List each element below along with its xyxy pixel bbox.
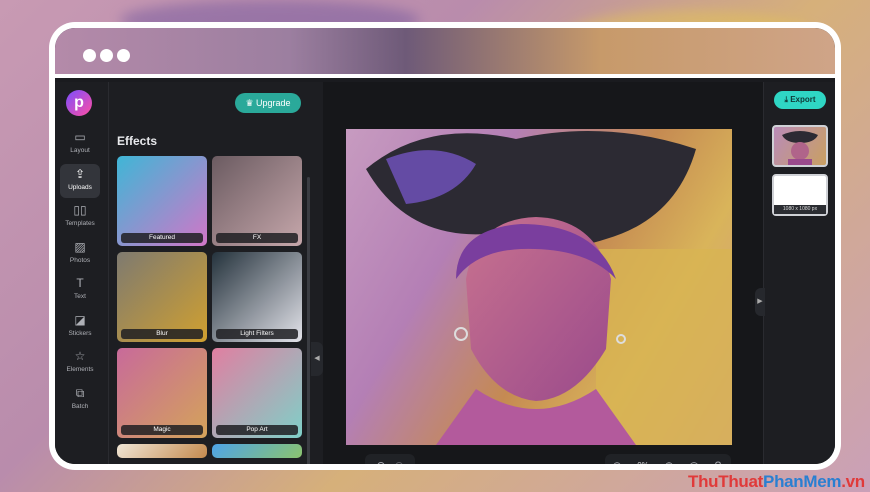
editor: p ▭ Layout ⇪ Uploads ▯▯ Templates ▨ Photos T Text… xyxy=(55,82,835,464)
zoom-in-icon[interactable]: ⊕ xyxy=(659,454,679,464)
upgrade-label: Upgrade xyxy=(256,98,291,108)
redo-icon[interactable]: ↷ xyxy=(391,454,409,464)
rail-item-stickers[interactable]: ◪ Stickers xyxy=(60,310,100,344)
effect-tile-light-filters[interactable]: Light Filters xyxy=(212,252,302,342)
window-dot-2[interactable] xyxy=(100,49,113,62)
undo-icon[interactable]: ↶ xyxy=(371,454,389,464)
canvas-photo[interactable] xyxy=(346,129,732,445)
view-controls: ⊖ 0% ⊕ ◉ ? xyxy=(605,454,731,464)
watermark-part-2: PhanMem xyxy=(763,472,842,491)
text-icon: T xyxy=(76,276,84,290)
rail-item-uploads[interactable]: ⇪ Uploads xyxy=(60,163,100,198)
page-thumbnail-2[interactable]: 1080 x 1080 px xyxy=(772,174,828,216)
preview-eye-icon[interactable]: ◉ xyxy=(683,454,705,464)
rail-item-label: Elements xyxy=(66,366,94,373)
rail-item-photos[interactable]: ▨ Photos xyxy=(60,237,100,271)
effect-tile-fx[interactable]: FX xyxy=(212,156,302,246)
page-size-label: 1080 x 1080 px xyxy=(774,205,826,214)
rail-item-layout[interactable]: ▭ Layout xyxy=(60,127,100,161)
effect-tile-label: FX xyxy=(216,233,298,243)
star-icon: ☆ xyxy=(74,349,86,363)
zoom-level[interactable]: 0% xyxy=(629,454,657,464)
effect-tile-more-6[interactable] xyxy=(117,444,207,458)
page-thumbnail-1[interactable] xyxy=(772,125,828,167)
export-label: Export xyxy=(790,95,816,104)
book-icon: ▯▯ xyxy=(73,203,87,217)
rail-item-label: Templates xyxy=(65,220,95,227)
effect-tile-label: Featured xyxy=(121,233,203,243)
effect-tile-label: Magic xyxy=(121,425,203,435)
app-logo[interactable]: p xyxy=(66,90,92,116)
watermark-part-1: ThuThuat xyxy=(688,472,764,491)
sticker-icon: ◪ xyxy=(74,312,86,327)
crown-icon: ♛ xyxy=(245,98,257,108)
help-icon[interactable]: ? xyxy=(707,454,729,464)
export-button[interactable]: ⤓ Export xyxy=(774,91,826,109)
panel-title: Effects xyxy=(117,134,158,148)
layout-icon: ▭ xyxy=(74,130,86,144)
zoom-out-icon[interactable]: ⊖ xyxy=(607,454,627,464)
thumbnail-portrait xyxy=(782,131,818,165)
effect-tile-featured[interactable]: Featured xyxy=(117,156,207,246)
chevron-left-icon: ◀ xyxy=(314,355,320,362)
rail-item-label: Stickers xyxy=(68,329,92,337)
window-titlebar xyxy=(55,28,835,78)
effect-tile-label: Blur xyxy=(121,329,203,339)
collapse-panel-button[interactable]: ◀ xyxy=(311,342,323,376)
upgrade-button[interactable]: ♛ Upgrade xyxy=(235,93,301,113)
rail-item-label: Batch xyxy=(71,402,89,410)
image-icon: ▨ xyxy=(74,239,86,254)
app-window: p ▭ Layout ⇪ Uploads ▯▯ Templates ▨ Photos T Text… xyxy=(55,28,835,464)
effect-tile-blur[interactable]: Blur xyxy=(117,252,207,342)
watermark-part-3: .vn xyxy=(841,472,865,491)
rail-item-label: Uploads xyxy=(68,183,92,191)
watermark: ThuThuatPhanMem.vn xyxy=(688,472,865,492)
history-controls: ↶ ↷ xyxy=(365,454,415,464)
effect-tile-more-7[interactable] xyxy=(212,444,302,458)
rail-item-elements[interactable]: ☆ Elements xyxy=(60,346,100,380)
portrait-illustration xyxy=(366,131,732,445)
rail-item-text[interactable]: T Text xyxy=(60,273,100,307)
rail-item-templates[interactable]: ▯▯ Templates xyxy=(60,200,100,234)
effect-tile-label: Light Filters xyxy=(216,329,298,339)
tool-rail: p ▭ Layout ⇪ Uploads ▯▯ Templates ▨ Photos T Text… xyxy=(55,82,109,464)
upload-icon: ⇪ xyxy=(74,166,86,181)
rail-item-label: Text xyxy=(74,293,86,300)
window-dot-3[interactable] xyxy=(117,49,130,62)
expand-right-button[interactable]: ▶ xyxy=(755,288,765,316)
effect-tile-label: Pop Art xyxy=(216,425,298,435)
batch-icon: ⧉ xyxy=(75,385,85,400)
panel-scrollbar[interactable] xyxy=(307,177,310,464)
rail-item-label: Photos xyxy=(69,256,91,264)
rail-item-label: Layout xyxy=(70,147,90,154)
rail-item-batch[interactable]: ⧉ Batch xyxy=(60,383,100,417)
chevron-right-icon: ▶ xyxy=(757,298,763,305)
app-window-frame: p ▭ Layout ⇪ Uploads ▯▯ Templates ▨ Photos T Text… xyxy=(49,22,841,470)
effect-tile-pop-art[interactable]: Pop Art xyxy=(212,348,302,438)
effect-tile-magic[interactable]: Magic xyxy=(117,348,207,438)
window-dot-1[interactable] xyxy=(83,49,96,62)
